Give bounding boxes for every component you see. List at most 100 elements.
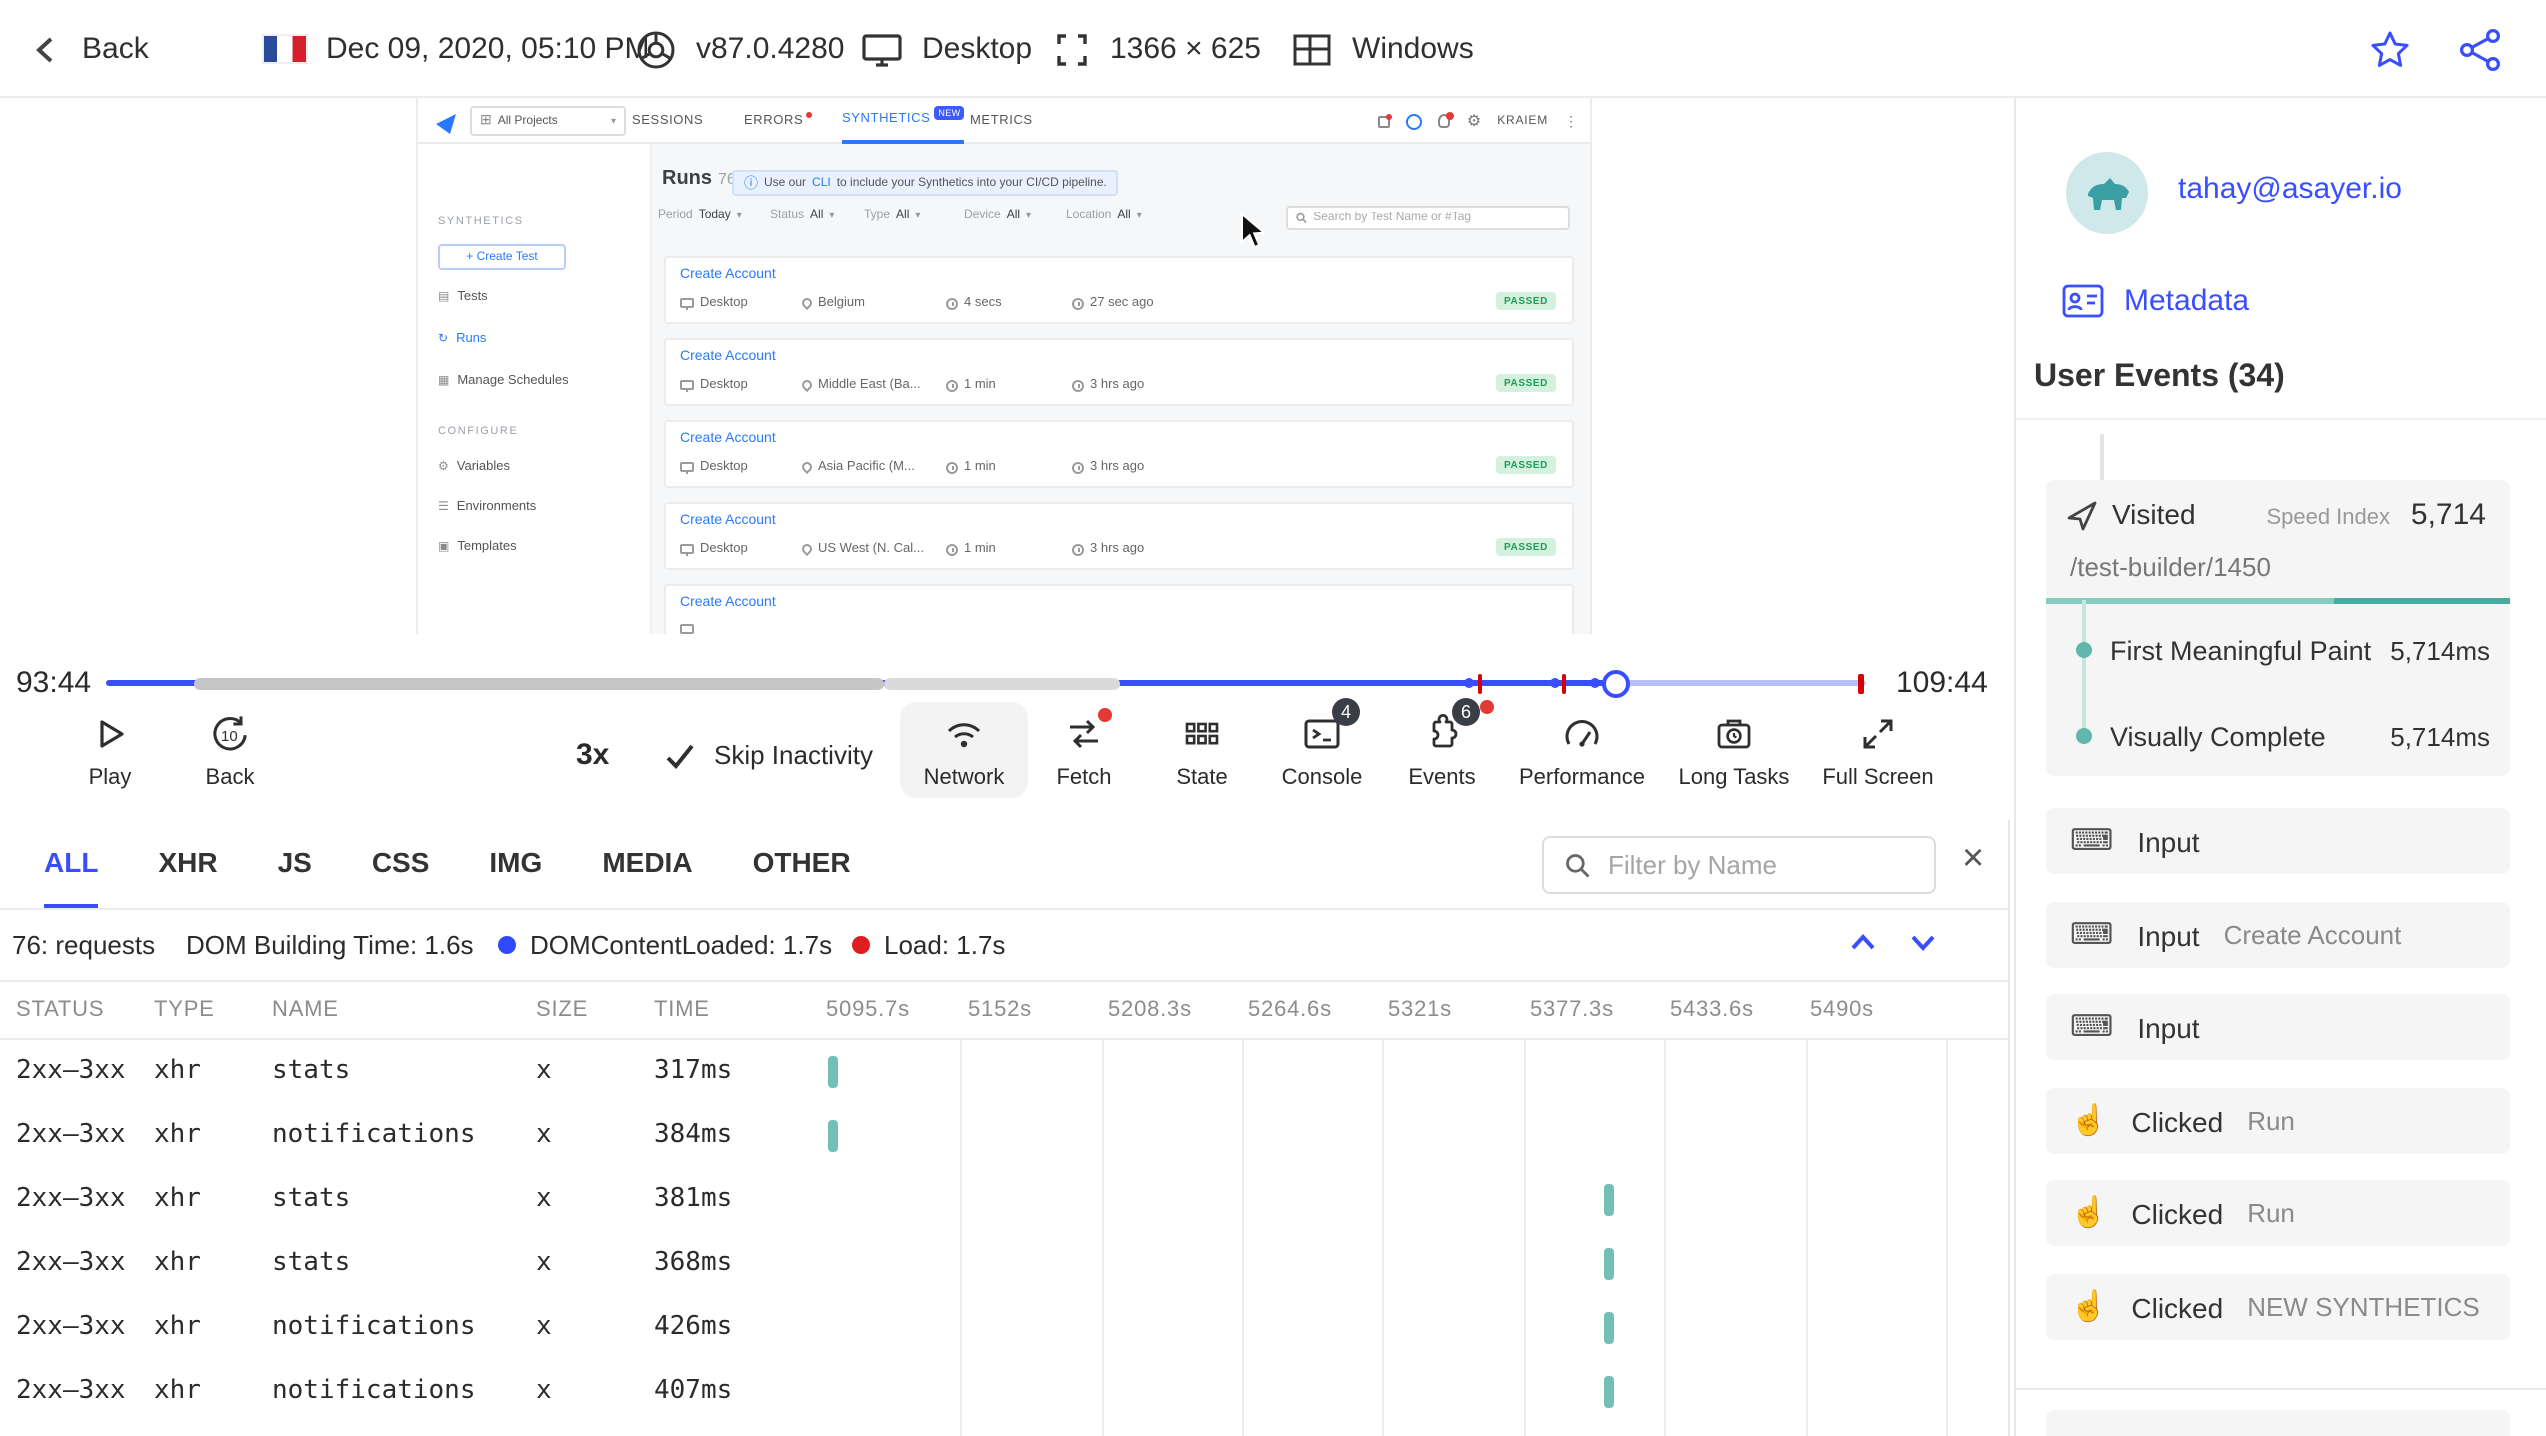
col-type: TYPE [154, 998, 215, 1022]
run-name-link[interactable]: Create Account [680, 432, 776, 446]
play-button[interactable]: Play [46, 712, 174, 790]
bell-icon[interactable] [1439, 114, 1451, 128]
run-name-link[interactable]: Create Account [680, 350, 776, 364]
network-row[interactable]: 2xx–3xxxhrstatsx317ms [0, 1040, 2008, 1104]
duration-icon [946, 543, 958, 555]
state-panel-button[interactable]: State [1138, 712, 1266, 790]
run-name-link[interactable]: Create Account [680, 268, 776, 282]
speed-toggle[interactable]: 3x [576, 738, 609, 772]
click-event-card[interactable]: ☝ Clicked Run [2046, 1088, 2510, 1154]
long-tasks-panel-button[interactable]: Long Tasks [1662, 712, 1806, 790]
cli-link[interactable]: CLI [812, 177, 831, 189]
progress-ring-icon[interactable] [1407, 113, 1423, 129]
kebab-menu-icon[interactable]: ⋮ [1564, 113, 1578, 129]
click-event-card[interactable]: ☝ Clicked NEW SYNTHETICS [2046, 1274, 2510, 1340]
filter-by-name-input[interactable] [1608, 850, 1914, 880]
playhead-handle[interactable] [1602, 669, 1630, 697]
event-marker[interactable] [1590, 678, 1600, 688]
run-card[interactable]: Create Account Desktop Belgium 4 secs 27… [664, 256, 1574, 324]
schedules-icon: ▦ [438, 375, 449, 387]
network-panel-button[interactable]: Network [900, 702, 1028, 798]
run-card[interactable]: Create Account Desktop Middle East (Ba..… [664, 338, 1574, 406]
favorite-button[interactable] [2366, 0, 2414, 98]
mini-tab-errors[interactable]: ERRORS [744, 98, 811, 144]
timeline-track[interactable] [106, 660, 1866, 704]
mini-search-input[interactable] [1313, 212, 1560, 224]
skip-inactivity-toggle[interactable]: Skip Inactivity [664, 740, 873, 770]
console-panel-button[interactable]: 4 Console [1258, 712, 1386, 790]
back-10-button[interactable]: 10 Back [166, 712, 294, 790]
run-name-link[interactable]: Create Account [680, 514, 776, 528]
vc-dot [2076, 728, 2092, 744]
tab-other[interactable]: OTHER [753, 820, 851, 908]
error-marker[interactable] [1477, 673, 1482, 693]
filter-period[interactable]: PeriodToday▾ [658, 210, 742, 222]
filter-status[interactable]: StatusAll▾ [770, 210, 834, 222]
back-button[interactable]: Back [28, 0, 149, 98]
status-badge: PASSED [1496, 374, 1556, 392]
mini-search[interactable] [1286, 206, 1570, 230]
click-event-card[interactable]: ☝ Clicked Run [2046, 1180, 2510, 1246]
events-panel-button[interactable]: 6 Events [1378, 712, 1506, 790]
input-event-card[interactable]: ⌨ Input [2046, 994, 2510, 1060]
network-row[interactable]: 2xx–3xxxhrnotificationsx407ms [0, 1360, 2008, 1424]
fetch-panel-button[interactable]: Fetch [1020, 712, 1148, 790]
jump-prev-button[interactable] [1848, 930, 1878, 960]
mini-sidebar-item-variables[interactable]: ⚙Variables [438, 460, 510, 474]
filter-location[interactable]: LocationAll▾ [1066, 210, 1142, 222]
filter-device[interactable]: DeviceAll▾ [964, 210, 1031, 222]
tab-js[interactable]: JS [278, 820, 312, 908]
gear-icon[interactable]: ⚙ [1467, 113, 1481, 129]
mini-sidebar-item-runs[interactable]: ↻Runs [438, 332, 486, 346]
performance-panel-button[interactable]: Performance [1506, 712, 1658, 790]
share-button[interactable] [2456, 0, 2504, 98]
full-screen-button[interactable]: Full Screen [1806, 712, 1950, 790]
input-event-card[interactable]: ⌨ Input [2046, 808, 2510, 874]
tab-media[interactable]: MEDIA [602, 820, 692, 908]
mini-tab-synthetics[interactable]: SYNTHETICSNEW [842, 98, 965, 144]
waterfall-bar [1604, 1184, 1614, 1216]
puzzle-icon[interactable] [1379, 115, 1391, 127]
filter-type[interactable]: TypeAll▾ [864, 210, 920, 222]
mini-sidebar-item-environments[interactable]: ☰Environments [438, 500, 536, 514]
network-row[interactable]: 2xx–3xxxhrstatsx381ms [0, 1168, 2008, 1232]
input-event-card[interactable]: ⌨ Input Create Account [2046, 902, 2510, 968]
visited-event-card[interactable]: Visited Speed Index 5,714 /test-builder/… [2046, 480, 2510, 776]
partial-event-card[interactable] [2046, 1410, 2510, 1436]
performance-icon [1562, 712, 1602, 756]
metadata-button[interactable]: Metadata [2062, 284, 2249, 318]
run-card[interactable]: Create Account Desktop Asia Pacific (M..… [664, 420, 1574, 488]
tab-xhr[interactable]: XHR [158, 820, 217, 908]
network-row[interactable]: 2xx–3xxxhrstatsx368ms [0, 1232, 2008, 1296]
create-test-button[interactable]: + Create Test [438, 244, 566, 270]
tab-all[interactable]: ALL [44, 820, 98, 908]
tab-css[interactable]: CSS [372, 820, 430, 908]
network-table-header: STATUS TYPE NAME SIZE TIME 5095.7s 5152s… [0, 982, 2008, 1040]
mini-sidebar-item-schedules[interactable]: ▦Manage Schedules [438, 374, 569, 388]
tab-img[interactable]: IMG [489, 820, 542, 908]
network-row[interactable]: 2xx–3xxxhrnotificationsx426ms [0, 1296, 2008, 1360]
run-name-link[interactable]: Create Account [680, 596, 776, 610]
run-card[interactable]: Create Account Desktop US West (N. Cal..… [664, 502, 1574, 570]
jump-next-button[interactable] [1908, 930, 1938, 960]
close-panel-icon[interactable]: × [1962, 840, 1984, 878]
datetime-label: Dec 09, 2020, 05:10 PM [326, 32, 650, 66]
error-marker[interactable] [1562, 673, 1567, 693]
mini-tab-metrics[interactable]: METRICS [970, 98, 1033, 144]
mini-sidebar-item-tests[interactable]: ▤Tests [438, 290, 488, 304]
inactivity-segment [194, 677, 884, 689]
mini-tab-sessions[interactable]: SESSIONS [632, 98, 703, 144]
error-marker[interactable] [1859, 673, 1864, 693]
network-row[interactable]: 2xx–3xxxhrnotificationsx384ms [0, 1104, 2008, 1168]
event-marker[interactable] [1549, 678, 1559, 688]
windows-icon [1290, 29, 1334, 69]
mini-sidebar-item-templates[interactable]: ▣Templates [438, 540, 517, 554]
project-selector[interactable]: ⊞ All Projects ▾ [470, 106, 626, 136]
user-panel: tahay@asayer.io Metadata User Events (34… [2014, 98, 2546, 1436]
mini-user-menu[interactable]: KRAIEM [1497, 115, 1548, 127]
user-email[interactable]: tahay@asayer.io [2178, 172, 2402, 206]
filter-by-name-field[interactable] [1542, 836, 1936, 894]
event-marker[interactable] [1465, 678, 1475, 688]
run-card[interactable]: Create Account [664, 584, 1574, 634]
console-icon: 4 [1302, 712, 1342, 756]
